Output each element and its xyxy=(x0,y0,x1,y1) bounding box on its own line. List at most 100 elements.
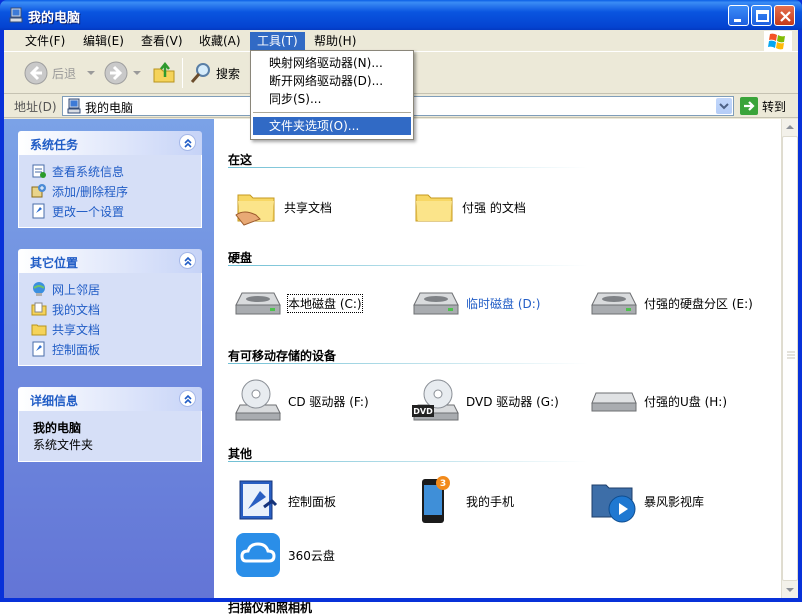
menu-item-synchronize[interactable]: 同步(S)... xyxy=(253,90,411,108)
content-area: 系统任务 查看系统信息 添加/删除程序 更改一个设置 其它位置 网上邻居 我的文… xyxy=(4,119,798,615)
item-control-panel[interactable]: 控制面板 xyxy=(234,477,336,525)
minimize-button[interactable] xyxy=(728,5,749,26)
view-system-info-link[interactable]: 查看系统信息 xyxy=(31,161,201,181)
details-header[interactable]: 详细信息 xyxy=(18,387,202,411)
my-documents-link[interactable]: 我的文档 xyxy=(31,299,201,319)
minimize-icon xyxy=(734,19,741,22)
shared-documents-link[interactable]: 共享文档 xyxy=(31,319,201,339)
search-button[interactable]: 搜索 xyxy=(190,58,240,88)
collapse-button[interactable] xyxy=(179,390,196,407)
menu-item-disconnect-network-drive[interactable]: 断开网络驱动器(D)... xyxy=(253,72,411,90)
item-label: 暴风影视库 xyxy=(644,494,705,509)
system-tasks-title: 系统任务 xyxy=(30,138,79,152)
system-info-icon xyxy=(32,164,46,178)
back-label: 后退 xyxy=(52,66,77,81)
menu-tools[interactable]: 工具(T) xyxy=(250,32,305,50)
items-pane: 在这 共享文档 付强 的文档 硬盘 本地磁盘 (C:) 临时磁盘 (D:) 付强… xyxy=(214,119,781,615)
back-button[interactable]: 后退 xyxy=(24,58,96,88)
dvd-badge-text: DVD xyxy=(413,407,433,416)
add-remove-programs-icon xyxy=(31,184,46,198)
menu-view[interactable]: 查看(V) xyxy=(134,32,190,50)
item-dvd-drive[interactable]: DVD DVD 驱动器 (G:) xyxy=(412,377,559,425)
item-disk-d[interactable]: 临时磁盘 (D:) xyxy=(412,285,540,321)
menu-item-folder-options[interactable]: 文件夹选项(O)... xyxy=(253,117,411,135)
item-cd-drive[interactable]: CD 驱动器 (F:) xyxy=(234,377,369,425)
item-usb-drive[interactable]: 付强的U盘 (H:) xyxy=(590,383,727,419)
menu-separator xyxy=(253,112,411,113)
item-360-cloud-disk[interactable]: 360云盘 xyxy=(234,531,335,579)
group-header-stored: 在这 xyxy=(228,153,253,167)
item-video-library[interactable]: 暴风影视库 xyxy=(590,477,704,525)
shared-folder-icon xyxy=(235,194,275,226)
other-places-header[interactable]: 其它位置 xyxy=(18,249,202,273)
add-remove-programs-link[interactable]: 添加/删除程序 xyxy=(31,181,201,201)
collapse-button[interactable] xyxy=(179,134,196,151)
menu-item-map-network-drive[interactable]: 映射网络驱动器(N)... xyxy=(253,54,411,72)
menu-favorites[interactable]: 收藏(A) xyxy=(192,32,248,50)
details-body: 我的电脑 系统文件夹 xyxy=(18,411,202,462)
menu-edit[interactable]: 编辑(E) xyxy=(76,32,131,50)
window-title: 我的电脑 xyxy=(28,11,81,26)
item-label: 360云盘 xyxy=(288,548,335,563)
close-button[interactable] xyxy=(774,5,795,26)
scrollbar-thumb[interactable] xyxy=(782,136,798,581)
up-folder-button[interactable] xyxy=(152,58,176,88)
phone-badge-count: 3 xyxy=(440,479,446,489)
collapse-button[interactable] xyxy=(179,252,196,269)
close-icon xyxy=(780,11,791,22)
forward-button[interactable] xyxy=(104,58,142,88)
hard-disk-icon xyxy=(235,292,281,315)
go-button[interactable]: 转到 xyxy=(740,97,786,115)
item-disk-e[interactable]: 付强的硬盘分区 (E:) xyxy=(590,285,753,321)
other-places-title: 其它位置 xyxy=(30,256,79,270)
group-divider xyxy=(228,167,588,168)
menu-help[interactable]: 帮助(H) xyxy=(307,32,363,50)
item-label: DVD 驱动器 (G:) xyxy=(466,394,559,409)
cd-drive-icon xyxy=(235,379,281,421)
item-label: 付强的U盘 (H:) xyxy=(644,394,728,409)
change-setting-link[interactable]: 更改一个设置 xyxy=(31,201,201,221)
control-panel-icon xyxy=(32,203,45,219)
up-folder-icon xyxy=(153,61,175,83)
item-disk-c[interactable]: 本地磁盘 (C:) xyxy=(234,285,363,321)
scroll-up-button[interactable] xyxy=(782,119,798,135)
menu-file[interactable]: 文件(F) xyxy=(18,32,72,50)
task-label: 更改一个设置 xyxy=(52,204,125,219)
task-label: 控制面板 xyxy=(52,342,101,357)
vertical-scrollbar[interactable] xyxy=(781,119,798,598)
group-header-disks: 硬盘 xyxy=(228,251,253,265)
item-label: 临时磁盘 (D:) xyxy=(466,296,541,311)
network-places-link[interactable]: 网上邻居 xyxy=(31,279,201,299)
title-bar[interactable]: 我的电脑 xyxy=(0,0,802,30)
chevron-down-icon xyxy=(133,71,141,75)
scroll-down-button[interactable] xyxy=(782,582,798,598)
hard-disk-icon xyxy=(591,292,637,315)
dvd-drive-icon: DVD xyxy=(412,379,459,421)
item-my-phone[interactable]: 3 我的手机 xyxy=(412,475,514,527)
item-label: CD 驱动器 (F:) xyxy=(288,394,369,409)
system-tasks-header[interactable]: 系统任务 xyxy=(18,131,202,155)
address-dropdown-button[interactable] xyxy=(716,98,732,114)
maximize-icon xyxy=(756,10,769,22)
video-library-icon xyxy=(591,484,636,523)
group-divider xyxy=(228,461,588,462)
task-label: 网上邻居 xyxy=(52,282,101,297)
maximize-button[interactable] xyxy=(751,5,772,26)
details-panel: 详细信息 我的电脑 系统文件夹 xyxy=(18,387,202,462)
windows-logo-icon xyxy=(764,31,792,51)
item-label: 付强 的文档 xyxy=(462,200,526,215)
group-header-other: 其他 xyxy=(228,447,253,461)
details-desc: 系统文件夹 xyxy=(33,438,94,452)
removable-drive-icon xyxy=(591,392,637,412)
control-panel-link[interactable]: 控制面板 xyxy=(31,339,201,359)
group-divider xyxy=(228,265,588,266)
item-user-documents[interactable]: 付强 的文档 xyxy=(412,185,526,229)
scroll-up-icon xyxy=(786,125,794,129)
search-icon xyxy=(190,63,210,83)
control-panel-icon xyxy=(32,341,45,357)
search-label: 搜索 xyxy=(216,66,241,81)
task-label: 查看系统信息 xyxy=(52,164,125,179)
control-panel-icon xyxy=(239,480,278,520)
item-shared-documents[interactable]: 共享文档 xyxy=(234,185,332,229)
address-value: 我的电脑 xyxy=(85,101,134,115)
